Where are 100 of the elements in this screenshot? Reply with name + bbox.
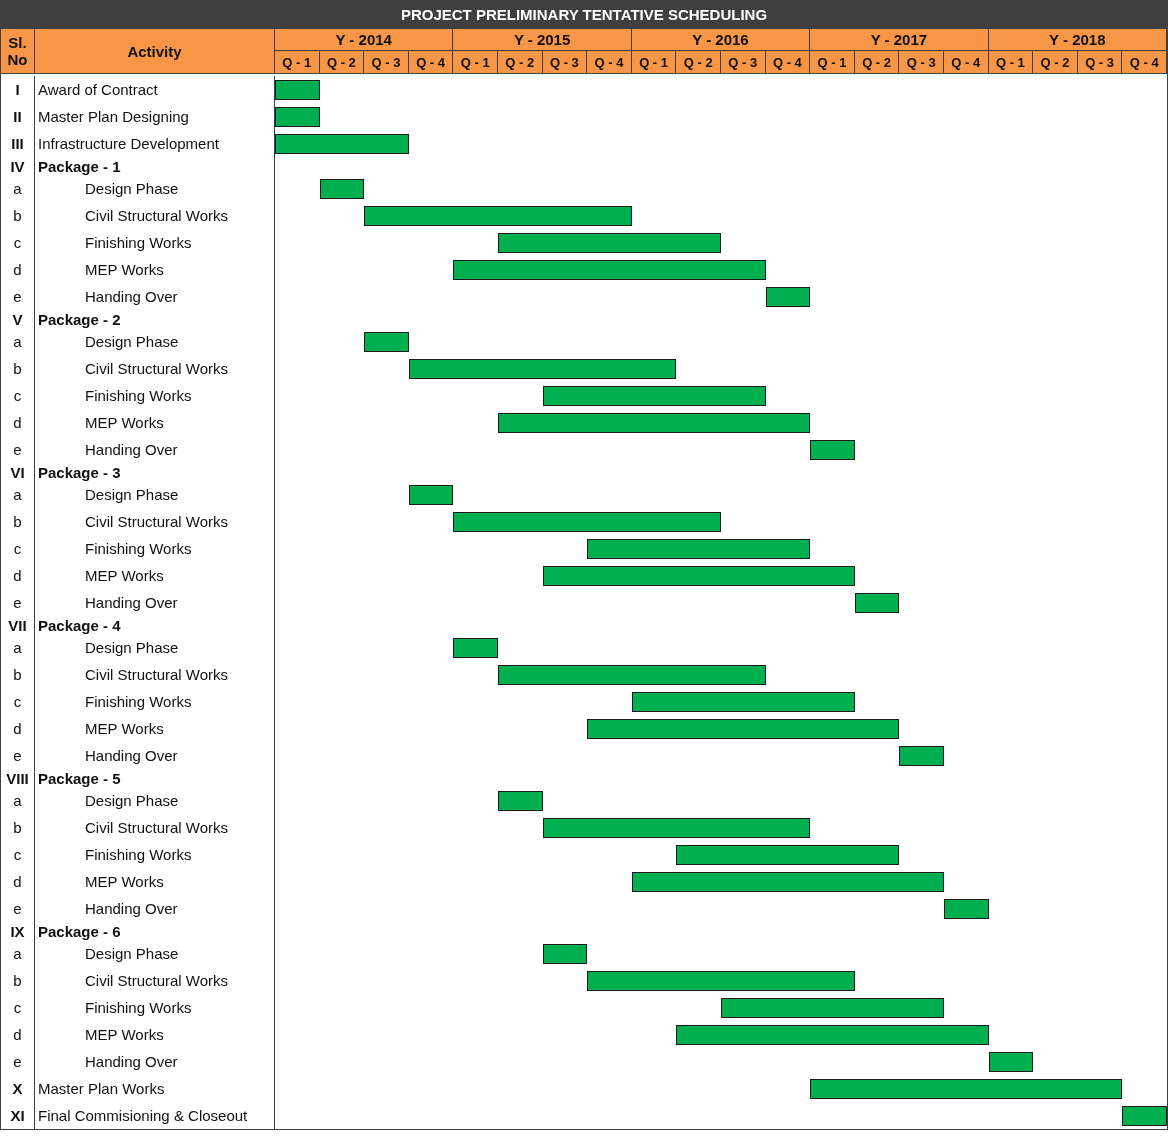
serial-number: c bbox=[1, 841, 35, 868]
serial-number: e bbox=[1, 742, 35, 769]
activity-name: Finishing Works bbox=[35, 841, 275, 868]
quarter-header: Q - 3 bbox=[899, 51, 944, 73]
serial-number: b bbox=[1, 661, 35, 688]
serial-number-header: Sl. No bbox=[1, 28, 35, 73]
quarter-header: Q - 4 bbox=[1122, 51, 1167, 73]
activity-name: Design Phase bbox=[35, 787, 275, 814]
activity-name: Package - 2 bbox=[35, 310, 275, 328]
serial-number: e bbox=[1, 1048, 35, 1075]
activity-name: Design Phase bbox=[35, 481, 275, 508]
serial-number: III bbox=[1, 130, 35, 157]
serial-number: V bbox=[1, 310, 35, 328]
quarter-header: Q - 1 bbox=[810, 51, 855, 73]
quarter-header: Q - 2 bbox=[854, 51, 900, 73]
activity-name: Finishing Works bbox=[35, 382, 275, 409]
activity-name: Civil Structural Works bbox=[35, 967, 275, 994]
quarter-header: Q - 4 bbox=[587, 51, 632, 73]
activity-name: Finishing Works bbox=[35, 535, 275, 562]
quarter-header: Q - 3 bbox=[364, 51, 409, 73]
activity-name: MEP Works bbox=[35, 715, 275, 742]
serial-number: VI bbox=[1, 463, 35, 481]
quarter-header: Q - 1 bbox=[988, 51, 1034, 73]
activity-name: Civil Structural Works bbox=[35, 355, 275, 382]
serial-number: IX bbox=[1, 922, 35, 940]
quarter-header: Q - 2 bbox=[1033, 51, 1078, 73]
serial-number: e bbox=[1, 436, 35, 463]
serial-number: d bbox=[1, 256, 35, 283]
activity-name: Finishing Works bbox=[35, 229, 275, 256]
activity-name: Handing Over bbox=[35, 436, 275, 463]
serial-number: VII bbox=[1, 616, 35, 634]
activity-header: Activity bbox=[35, 28, 275, 73]
serial-number: e bbox=[1, 283, 35, 310]
serial-number: a bbox=[1, 175, 35, 202]
activity-name: Handing Over bbox=[35, 742, 275, 769]
quarter-header: Q - 1 bbox=[275, 51, 320, 73]
activity-name: Civil Structural Works bbox=[35, 508, 275, 535]
serial-number: b bbox=[1, 508, 35, 535]
activity-name: Handing Over bbox=[35, 895, 275, 922]
serial-number: c bbox=[1, 382, 35, 409]
serial-number: X bbox=[1, 1075, 35, 1102]
activity-name: Final Commisioning & Closeout bbox=[35, 1102, 275, 1129]
serial-number: a bbox=[1, 328, 35, 355]
serial-number: c bbox=[1, 535, 35, 562]
activity-name: MEP Works bbox=[35, 256, 275, 283]
activity-name: Handing Over bbox=[35, 1048, 275, 1075]
year-header: Y - 2016 bbox=[631, 28, 811, 51]
activity-name: Civil Structural Works bbox=[35, 814, 275, 841]
activity-name: MEP Works bbox=[35, 1021, 275, 1048]
quarter-header: Q - 4 bbox=[765, 51, 811, 73]
activity-name: Master Plan Works bbox=[35, 1075, 275, 1102]
quarter-header: Q - 4 bbox=[944, 51, 989, 73]
activity-name: MEP Works bbox=[35, 868, 275, 895]
activity-name: Handing Over bbox=[35, 589, 275, 616]
activity-name: Civil Structural Works bbox=[35, 661, 275, 688]
activity-name: MEP Works bbox=[35, 562, 275, 589]
serial-number: II bbox=[1, 103, 35, 130]
serial-number: e bbox=[1, 895, 35, 922]
serial-number: XI bbox=[1, 1102, 35, 1129]
serial-number: d bbox=[1, 1021, 35, 1048]
serial-number: VIII bbox=[1, 769, 35, 787]
activity-name: MEP Works bbox=[35, 409, 275, 436]
serial-number: d bbox=[1, 409, 35, 436]
quarter-header: Q - 3 bbox=[1077, 51, 1123, 73]
activity-name: Package - 3 bbox=[35, 463, 275, 481]
year-header: Y - 2015 bbox=[453, 28, 632, 51]
serial-number: a bbox=[1, 634, 35, 661]
serial-number: d bbox=[1, 715, 35, 742]
serial-number: b bbox=[1, 355, 35, 382]
activity-name: Finishing Works bbox=[35, 688, 275, 715]
quarter-header: Q - 1 bbox=[631, 51, 677, 73]
serial-number: d bbox=[1, 868, 35, 895]
activity-name: Design Phase bbox=[35, 940, 275, 967]
serial-number: b bbox=[1, 967, 35, 994]
serial-number: a bbox=[1, 787, 35, 814]
serial-number: a bbox=[1, 481, 35, 508]
serial-number: e bbox=[1, 589, 35, 616]
serial-number: c bbox=[1, 229, 35, 256]
serial-number: c bbox=[1, 688, 35, 715]
serial-number: b bbox=[1, 202, 35, 229]
year-header: Y - 2014 bbox=[275, 28, 454, 51]
serial-number: IV bbox=[1, 157, 35, 175]
serial-number: a bbox=[1, 940, 35, 967]
activity-name: Design Phase bbox=[35, 175, 275, 202]
serial-number: b bbox=[1, 814, 35, 841]
serial-number: c bbox=[1, 994, 35, 1021]
year-header: Y - 2017 bbox=[810, 28, 989, 51]
serial-number: I bbox=[1, 76, 35, 103]
activity-name: Finishing Works bbox=[35, 994, 275, 1021]
quarter-header: Q - 3 bbox=[721, 51, 766, 73]
quarter-header: Q - 1 bbox=[453, 51, 498, 73]
activity-name: Design Phase bbox=[35, 328, 275, 355]
year-header: Y - 2018 bbox=[988, 28, 1167, 51]
activity-name: Civil Structural Works bbox=[35, 202, 275, 229]
chart-title: PROJECT PRELIMINARY TENTATIVE SCHEDULING bbox=[1, 1, 1167, 28]
serial-number: d bbox=[1, 562, 35, 589]
quarter-header: Q - 2 bbox=[319, 51, 365, 73]
quarter-header: Q - 4 bbox=[408, 51, 454, 73]
activity-name: Design Phase bbox=[35, 634, 275, 661]
activity-name: Package - 4 bbox=[35, 616, 275, 634]
